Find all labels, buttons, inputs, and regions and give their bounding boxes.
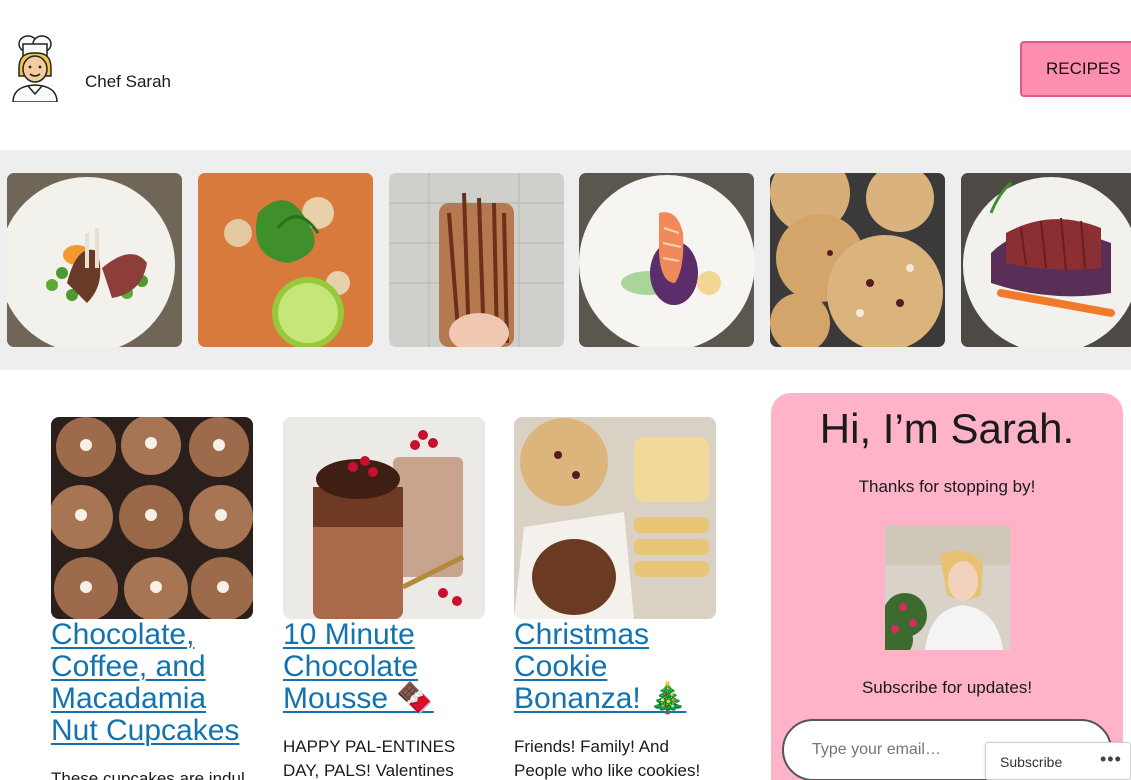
post-excerpt: HAPPY PAL-ENTINES DAY, PALS! Valentines: [283, 737, 456, 780]
about-sidebar: Hi, I’m Sarah. Thanks for stopping by! S…: [771, 393, 1123, 780]
post-title-link[interactable]: Chocolate, Coffee, and Macadamia Nut Cup…: [51, 619, 253, 747]
post-card: Chocolate, Coffee, and Macadamia Nut Cup…: [51, 417, 253, 780]
sidebar-thanks-text: Thanks for stopping by!: [858, 477, 1036, 496]
post-card: Christmas Cookie Bonanza! 🎄 Friends! Fam…: [514, 417, 716, 780]
post-image-mousse[interactable]: [283, 417, 485, 619]
gallery-image-salmon[interactable]: [579, 173, 754, 347]
gallery-image-cookies[interactable]: [770, 173, 945, 347]
subscribe-heading: Subscribe for updates!: [861, 678, 1033, 697]
floating-subscribe-bar: Subscribe •••: [985, 742, 1131, 780]
post-title-link[interactable]: 10 Minute Chocolate Mousse 🍫: [283, 619, 485, 715]
post-image-cupcakes[interactable]: [51, 417, 253, 619]
floating-subscribe-button[interactable]: Subscribe: [1000, 754, 1062, 770]
gallery-image-rack-of-lamb[interactable]: [7, 173, 182, 347]
chef-icon[interactable]: [8, 34, 62, 103]
gallery-image-steak[interactable]: [961, 173, 1131, 347]
site-title[interactable]: Chef Sarah: [85, 72, 171, 92]
post-excerpt: Friends! Family! And People who like coo…: [514, 737, 701, 780]
gallery-image-curry-soup[interactable]: [198, 173, 373, 347]
sidebar-greeting: Hi, I’m Sarah.: [819, 405, 1075, 452]
photo-gallery: [0, 150, 1131, 370]
post-card: 10 Minute Chocolate Mousse 🍫 HAPPY PAL-E…: [283, 417, 485, 780]
post-title-link[interactable]: Christmas Cookie Bonanza! 🎄: [514, 619, 716, 715]
author-portrait: [885, 525, 1010, 650]
gallery-image-jar[interactable]: [389, 173, 564, 347]
site-header: Chef Sarah RECIPES: [0, 0, 1131, 150]
more-options-icon[interactable]: •••: [1100, 749, 1122, 770]
post-image-cookies[interactable]: [514, 417, 716, 619]
recipes-nav-button[interactable]: RECIPES: [1020, 41, 1131, 97]
post-excerpt: These cupcakes are indul: [51, 769, 245, 780]
